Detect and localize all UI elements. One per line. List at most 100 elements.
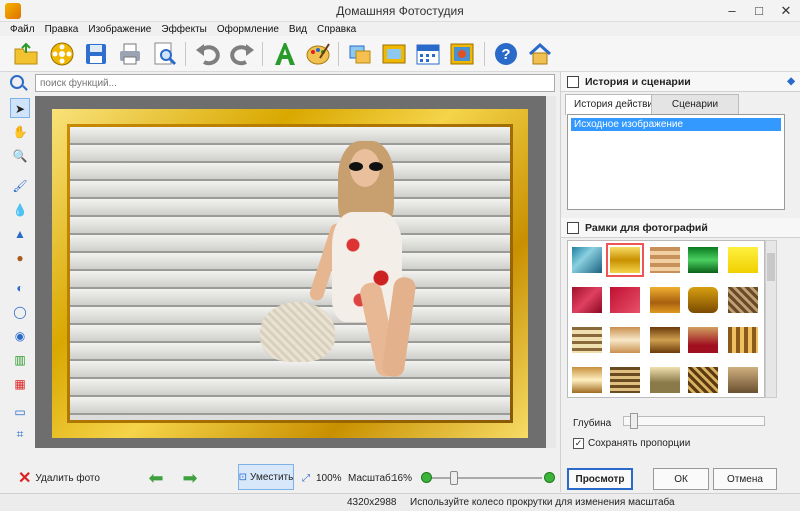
- keep-proportions-label: Сохранять пропорции: [588, 438, 691, 449]
- tab-scenarios[interactable]: Сценарии: [651, 94, 739, 114]
- depth-slider-thumb[interactable]: [630, 413, 638, 429]
- hand-tool-icon[interactable]: ✋: [10, 122, 30, 142]
- home-icon[interactable]: [526, 40, 554, 68]
- next-arrow-icon[interactable]: ➡: [180, 468, 200, 488]
- frames-panel-header: Рамки для фотографий: [561, 218, 800, 238]
- bottom-toolbar: ✕ Удалить фото ⬅ ➡ ⊡ Уместить ⤢ 100% Мас…: [0, 460, 560, 496]
- zoom-100-button[interactable]: 100%: [316, 473, 342, 484]
- delete-photo-label: Удалить фото: [35, 472, 100, 484]
- frame-swatch[interactable]: [728, 367, 758, 393]
- save-icon[interactable]: [82, 40, 110, 68]
- frame-swatch[interactable]: [650, 247, 680, 273]
- toolbar-separator: [262, 42, 263, 66]
- frame-swatch[interactable]: [688, 247, 718, 273]
- close-button[interactable]: ✕: [772, 0, 800, 22]
- frame-swatch[interactable]: [688, 327, 718, 353]
- drop-tool-icon[interactable]: 💧: [10, 200, 30, 220]
- menu-design[interactable]: Оформление: [217, 24, 279, 35]
- collage-icon[interactable]: [448, 40, 476, 68]
- canvas-scrollbar[interactable]: [546, 96, 556, 448]
- frame-swatch[interactable]: [728, 327, 758, 353]
- zoom-tool-icon[interactable]: 🔍: [10, 146, 30, 166]
- frame-swatch[interactable]: [610, 287, 640, 313]
- frame-swatch[interactable]: [572, 287, 602, 313]
- panel-icon: [567, 76, 579, 88]
- frame-swatch[interactable]: [688, 287, 718, 313]
- frames-scrollbar-thumb[interactable]: [767, 253, 775, 281]
- status-hint: Используйте колесо прокрутки для изменен…: [410, 497, 675, 508]
- search-row: [0, 72, 560, 94]
- frame-swatch[interactable]: [650, 327, 680, 353]
- preview-button[interactable]: Просмотр: [567, 468, 633, 490]
- menu-help[interactable]: Справка: [317, 24, 356, 35]
- menu-edit[interactable]: Правка: [45, 24, 79, 35]
- depth-slider[interactable]: [623, 413, 765, 429]
- crop-icon[interactable]: [346, 40, 374, 68]
- previous-arrow-icon[interactable]: ⬅: [146, 468, 166, 488]
- menu-effects[interactable]: Эффекты: [161, 24, 206, 35]
- frame-swatch[interactable]: [572, 327, 602, 353]
- bucket-tool-icon[interactable]: ▲: [10, 224, 30, 244]
- zoom-slider-thumb[interactable]: [449, 471, 458, 485]
- history-item[interactable]: Исходное изображение: [571, 118, 781, 131]
- zoom-slider[interactable]: [432, 471, 542, 485]
- calendar-icon[interactable]: [414, 40, 442, 68]
- pointer-tool-icon[interactable]: ➤: [10, 98, 30, 118]
- toolbar-separator: [185, 42, 186, 66]
- stamp-tool-icon[interactable]: ●: [10, 248, 30, 268]
- open-folder-icon[interactable]: [12, 40, 40, 68]
- frame-swatches: [567, 240, 765, 398]
- frames-scrollbar[interactable]: [765, 240, 777, 398]
- undo-icon[interactable]: [194, 40, 222, 68]
- image-canvas[interactable]: [35, 96, 556, 448]
- cancel-button[interactable]: Отмена: [713, 468, 777, 490]
- frame-swatch[interactable]: [572, 247, 602, 273]
- search-input[interactable]: [35, 74, 555, 92]
- history-panel-title: История и сценарии: [585, 76, 691, 88]
- frame-icon[interactable]: [380, 40, 408, 68]
- help-icon[interactable]: ?: [492, 40, 520, 68]
- menu-file[interactable]: Файл: [10, 24, 35, 35]
- zoom-100-icon: ⤢: [302, 473, 310, 484]
- frame-swatch[interactable]: [610, 367, 640, 393]
- collapse-icon[interactable]: ◆: [787, 76, 795, 87]
- frame-swatch[interactable]: [728, 247, 758, 273]
- search-icon[interactable]: [10, 75, 24, 89]
- lasso-tool-icon[interactable]: ◯: [10, 302, 30, 322]
- frame-swatch[interactable]: [650, 287, 680, 313]
- zoom-page-icon[interactable]: [150, 40, 178, 68]
- menu-view[interactable]: Вид: [289, 24, 307, 35]
- delete-photo-button[interactable]: ✕ Удалить фото: [18, 468, 100, 488]
- print-icon[interactable]: [116, 40, 144, 68]
- frame-swatch[interactable]: [650, 367, 680, 393]
- gold-photo-frame: [52, 109, 528, 438]
- histogram-tool-icon[interactable]: ▥: [10, 350, 30, 370]
- tools-panel: ➤ ✋ 🔍 🖌 💧 ▲ ● ◐ ◯ ◉ ▥ ▦ ▭ ⌗: [8, 96, 32, 441]
- zoom-out-icon[interactable]: [421, 472, 432, 483]
- text-icon[interactable]: [270, 40, 298, 68]
- menu-image[interactable]: Изображение: [88, 24, 151, 35]
- film-reel-icon[interactable]: [48, 40, 76, 68]
- eraser-tool-icon[interactable]: ▭: [10, 402, 30, 422]
- frame-swatch[interactable]: [572, 367, 602, 393]
- frame-swatch[interactable]: [610, 327, 640, 353]
- brush-tool-icon[interactable]: 🖌: [10, 176, 30, 196]
- fit-button[interactable]: ⊡ Уместить: [238, 464, 294, 490]
- keep-proportions-checkbox[interactable]: ✓ Сохранять пропорции: [573, 438, 690, 449]
- image-size: 4320x2988: [347, 497, 397, 508]
- ok-button[interactable]: ОК: [653, 468, 709, 490]
- mosaic-tool-icon[interactable]: ▦: [10, 374, 30, 394]
- eye-tool-icon[interactable]: ◉: [10, 326, 30, 346]
- crop-tool-icon[interactable]: ⌗: [10, 424, 30, 444]
- frame-swatch[interactable]: [728, 287, 758, 313]
- zoom-in-icon[interactable]: [544, 472, 555, 483]
- minimize-button[interactable]: –: [718, 0, 746, 22]
- frame-swatch[interactable]: [688, 367, 718, 393]
- palette-icon[interactable]: [304, 40, 332, 68]
- checkbox-icon[interactable]: ✓: [573, 438, 584, 449]
- redo-icon[interactable]: [228, 40, 256, 68]
- frame-swatch[interactable]: [606, 243, 644, 277]
- toolbar: ?: [0, 36, 800, 72]
- maximize-button[interactable]: □: [745, 0, 773, 22]
- adjust-tool-icon[interactable]: ◐: [10, 278, 30, 298]
